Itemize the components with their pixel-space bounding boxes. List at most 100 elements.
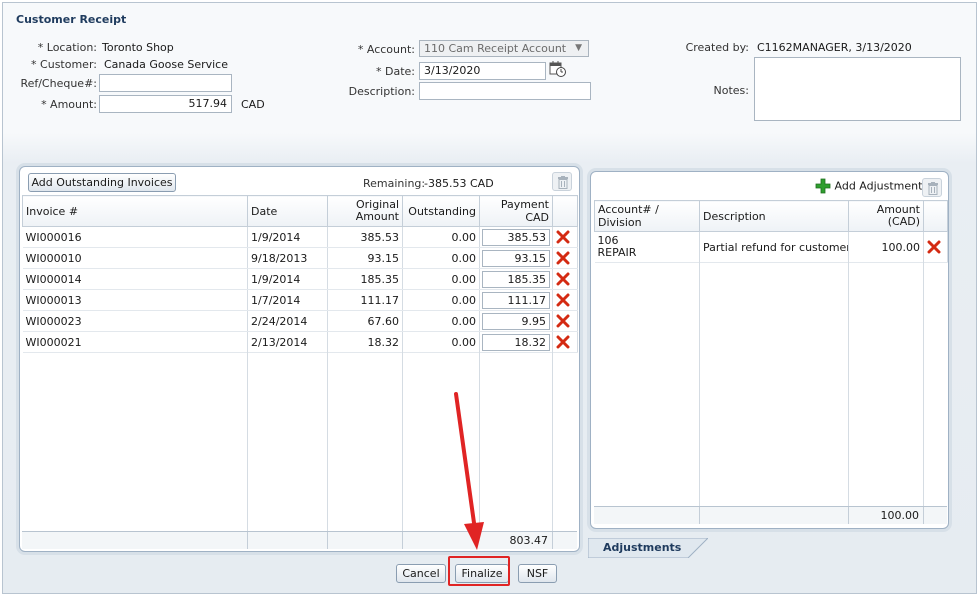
- adjustment-division: REPAIR: [597, 246, 637, 259]
- col-description[interactable]: Description: [699, 200, 849, 232]
- delete-x-icon: [556, 314, 570, 328]
- annotation-arrow-icon: [454, 392, 484, 550]
- invoice-outstanding: 0.00: [402, 310, 480, 332]
- finalize-highlight-box: [448, 556, 510, 586]
- adjustment-account-cell: 106 REPAIR: [594, 231, 700, 263]
- col-amount-cad[interactable]: Amount (CAD): [848, 200, 924, 232]
- nsf-button[interactable]: NSF: [518, 564, 557, 583]
- table-row[interactable]: WI000013 1/7/2014 111.17 0.00 111.17: [22, 289, 578, 311]
- col-actions: [923, 200, 948, 232]
- invoices-totals-row: 803.47: [22, 531, 577, 549]
- invoice-original: 185.35: [327, 268, 403, 290]
- invoice-original: 93.15: [327, 247, 403, 269]
- payment-total: 803.47: [509, 534, 549, 547]
- add-outstanding-invoices-button[interactable]: Add Outstanding Invoices: [28, 173, 176, 192]
- invoices-panel: Add Outstanding Invoices Remaining: -385…: [19, 166, 580, 552]
- table-row[interactable]: WI000016 1/9/2014 385.53 0.00 385.53: [22, 226, 578, 248]
- invoice-number: WI000010: [22, 247, 248, 269]
- calendar-icon[interactable]: [549, 60, 567, 78]
- dropdown-arrow-icon: ▼: [575, 43, 582, 53]
- delete-x-icon: [556, 251, 570, 265]
- account-label: * Account:: [357, 43, 415, 56]
- ref-cheque-input[interactable]: [99, 74, 232, 92]
- account-select-value: 110 Cam Receipt Account: [424, 42, 567, 55]
- invoice-number: WI000023: [22, 310, 248, 332]
- invoice-number: WI000014: [22, 268, 248, 290]
- add-plus-icon: [815, 178, 831, 194]
- col-outstanding[interactable]: Outstanding: [402, 195, 480, 227]
- location-value: Toronto Shop: [102, 41, 174, 54]
- adjustments-total: 100.00: [880, 509, 920, 522]
- description-label: Description:: [348, 85, 415, 98]
- invoice-date: 9/18/2013: [247, 247, 328, 269]
- remove-invoice-button[interactable]: [552, 226, 578, 248]
- table-row[interactable]: 106 REPAIR Partial refund for customer .…: [594, 231, 948, 263]
- created-by-label: Created by:: [685, 41, 749, 54]
- remove-invoice-button[interactable]: [552, 268, 578, 290]
- amount-currency: CAD: [241, 98, 265, 111]
- remaining-value: -385.53: [424, 177, 467, 190]
- adjustments-totals-row: 100.00: [594, 506, 947, 524]
- amount-label: * Amount:: [41, 98, 97, 111]
- customer-value: Canada Goose Service: [104, 58, 228, 71]
- cancel-button[interactable]: Cancel: [396, 564, 446, 583]
- invoice-date: 1/7/2014: [247, 289, 328, 311]
- invoice-number: WI000013: [22, 289, 248, 311]
- date-label: * Date:: [376, 65, 415, 78]
- adjustments-empty-area: [594, 262, 947, 506]
- col-invoice-number[interactable]: Invoice #: [22, 195, 248, 227]
- invoice-original: 67.60: [327, 310, 403, 332]
- payment-input[interactable]: 111.17: [482, 291, 550, 309]
- invoices-empty-area: [22, 347, 577, 531]
- col-original-amount[interactable]: Original Amount: [327, 195, 403, 227]
- payment-input[interactable]: 9.95: [482, 312, 550, 330]
- remaining-currency: CAD: [470, 177, 494, 190]
- ref-cheque-label: Ref/Cheque#:: [20, 77, 97, 90]
- invoice-outstanding: 0.00: [402, 226, 480, 248]
- payment-input[interactable]: 93.15: [482, 249, 550, 267]
- remove-invoice-button[interactable]: [552, 247, 578, 269]
- delete-x-icon: [556, 293, 570, 307]
- add-adjustment-label: Add Adjustment: [834, 179, 923, 193]
- delete-adjustments-button[interactable]: [922, 178, 942, 197]
- notes-label: Notes:: [713, 84, 749, 97]
- adjustments-tab[interactable]: Adjustments: [603, 541, 681, 554]
- remaining-label: Remaining:: [363, 177, 426, 190]
- notes-textarea[interactable]: [754, 57, 961, 121]
- remove-invoice-button[interactable]: [552, 310, 578, 332]
- created-by-value: C1162MANAGER, 3/13/2020: [757, 41, 912, 54]
- delete-invoices-button[interactable]: [552, 172, 572, 191]
- invoices-table: Invoice # Date Original Amount Outstandi…: [22, 195, 578, 353]
- table-row[interactable]: WI000023 2/24/2014 67.60 0.00 9.95: [22, 310, 578, 332]
- invoice-date: 1/9/2014: [247, 268, 328, 290]
- invoice-outstanding: 0.00: [402, 289, 480, 311]
- delete-x-icon: [556, 230, 570, 244]
- invoice-outstanding: 0.00: [402, 247, 480, 269]
- col-account-division[interactable]: Account# / Division: [594, 200, 700, 232]
- remove-invoice-button[interactable]: [552, 289, 578, 311]
- adjustment-amount: 100.00: [848, 231, 924, 263]
- page-title: Customer Receipt: [16, 13, 127, 26]
- remove-adjustment-button[interactable]: [923, 231, 948, 263]
- invoice-original: 111.17: [327, 289, 403, 311]
- customer-label: * Customer:: [31, 58, 97, 71]
- description-input[interactable]: [419, 82, 591, 100]
- trash-icon: [928, 182, 938, 195]
- col-payment-cad[interactable]: Payment CAD: [479, 195, 553, 227]
- invoice-original: 385.53: [327, 226, 403, 248]
- delete-x-icon: [927, 240, 941, 254]
- col-date[interactable]: Date: [247, 195, 328, 227]
- date-input[interactable]: 3/13/2020: [419, 62, 546, 80]
- invoice-number: WI000016: [22, 226, 248, 248]
- add-adjustment-button[interactable]: Add Adjustment: [815, 178, 922, 196]
- amount-input[interactable]: 517.94: [99, 95, 232, 113]
- payment-input[interactable]: 385.53: [482, 228, 550, 246]
- table-row[interactable]: WI000010 9/18/2013 93.15 0.00 93.15: [22, 247, 578, 269]
- payment-input[interactable]: 185.35: [482, 270, 550, 288]
- invoice-outstanding: 0.00: [402, 268, 480, 290]
- account-select[interactable]: 110 Cam Receipt Account ▼: [419, 40, 589, 57]
- adjustment-description: Partial refund for customer ...: [699, 231, 849, 263]
- delete-x-icon: [556, 272, 570, 286]
- table-row[interactable]: WI000014 1/9/2014 185.35 0.00 185.35: [22, 268, 578, 290]
- adjustments-table: Account# / Division Description Amount (…: [594, 200, 948, 263]
